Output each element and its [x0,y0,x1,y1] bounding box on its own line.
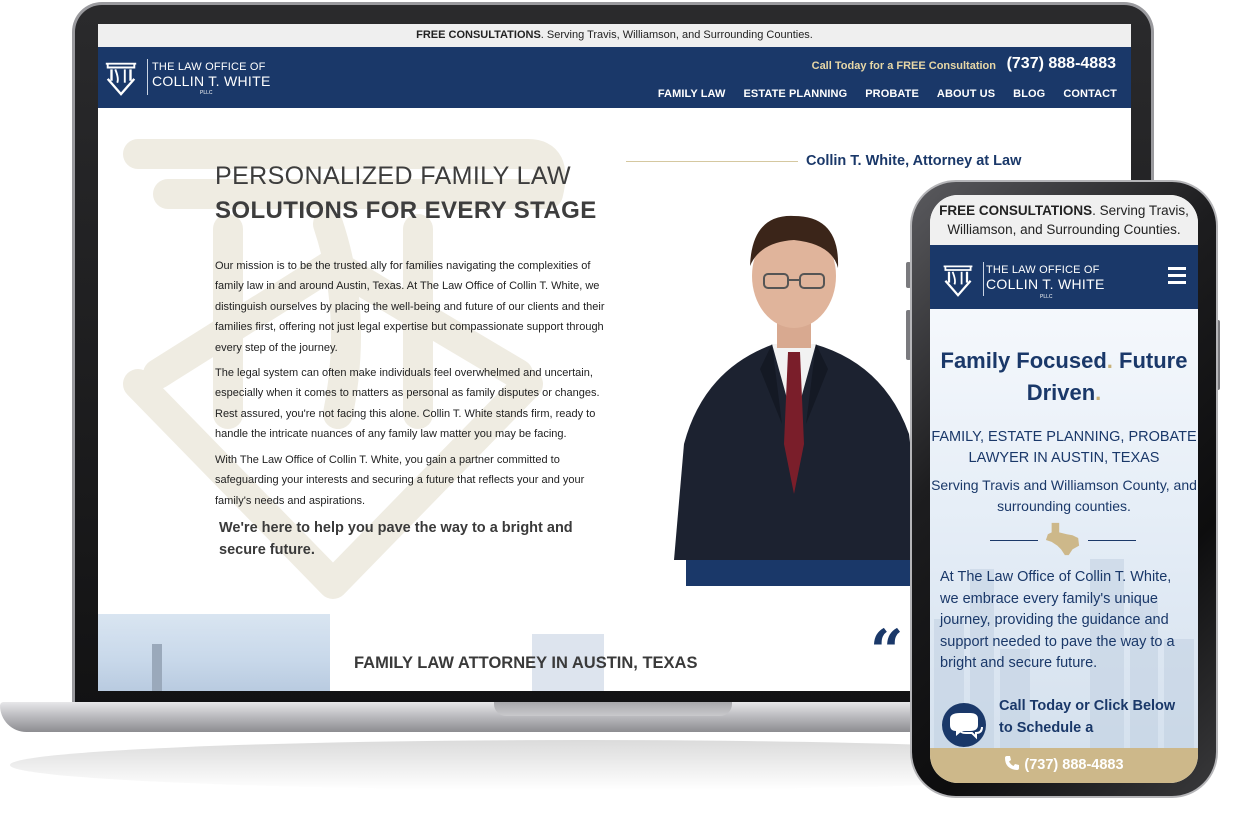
desktop-topbar: FREE CONSULTATIONS. Serving Travis, Will… [98,24,1131,47]
mobile-headline: Family Focused. Future Driven. [930,345,1198,409]
mobile-topbar-bold: FREE CONSULTATIONS [939,203,1093,218]
menu-item-blog[interactable]: BLOG [1013,88,1045,100]
mobile-site-logo[interactable]: THE LAW OFFICE OF COLLIN T. WHITE PLLC [940,260,1110,300]
logo-line1: THE LAW OFFICE OF [152,61,266,73]
mobile-subhead: FAMILY, ESTATE PLANNING, PROBATE LAWYER … [931,429,1197,466]
logo-divider [983,262,984,296]
mobile-navbar: THE LAW OFFICE OF COLLIN T. WHITE PLLC [930,245,1198,309]
mobile-logo-line1: THE LAW OFFICE OF [986,264,1100,276]
call-today-text: Call Today for a FREE Consultation [811,60,996,72]
attorney-caption: Collin T. White, Attorney at Law [806,153,1022,169]
topbar-bold: FREE CONSULTATIONS [416,29,541,41]
quote-icon: “ [870,617,904,685]
hamburger-bar [1168,274,1186,277]
skyline-tower [152,644,162,691]
header-phone-link[interactable]: (737) 888-4883 [1007,55,1116,73]
hero-paragraph-2: The legal system can often make individu… [215,367,600,441]
logo-line2: COLLIN T. WHITE [152,73,271,89]
hamburger-bar [1168,267,1186,270]
menu-item-probate[interactable]: PROBATE [865,88,919,100]
site-logo[interactable]: THE LAW OFFICE OF COLLIN T. WHITE PLLC [102,57,270,99]
chat-bubbles-icon[interactable] [940,703,992,749]
logo-divider [147,59,148,95]
hero-paragraph-1: Our mission is to be the trusted ally fo… [215,260,605,354]
mobile-topbar: FREE CONSULTATIONS. Serving Travis, Will… [930,195,1198,245]
laptop-notch [494,702,732,716]
main-menu: FAMILY LAW ESTATE PLANNING PROBATE ABOUT… [658,88,1117,100]
hero-title-line2: SOLUTIONS FOR EVERY STAGE [215,197,597,224]
attorney-caption-rule [626,161,798,162]
topbar-text: . Serving Travis, Williamson, and Surrou… [540,29,813,41]
divider-right [1088,540,1136,541]
hero-paragraph-3: With The Law Office of Collin T. White, … [215,454,585,507]
headline-dot: . [1106,348,1113,373]
mobile-call-button[interactable]: (737) 888-4883 [930,748,1198,783]
mobile-screen: FREE CONSULTATIONS. Serving Travis, Will… [930,195,1198,783]
texas-icon [1045,522,1080,556]
mobile-logo-line2: COLLIN T. WHITE [986,276,1105,292]
logo-line3: PLLC [200,90,213,96]
austin-skyline-image [98,614,330,691]
menu-item-family-law[interactable]: FAMILY LAW [658,88,726,100]
headline-part1: Family Focused [940,348,1107,373]
portrait-accent-block [686,560,926,586]
attorney-portrait [674,215,924,560]
ctw-monogram-icon [943,265,973,297]
hero-title-line1: PERSONALIZED FAMILY LAW [215,162,572,190]
mobile-serving-text: Serving Travis and Williamson County, an… [931,477,1197,514]
hamburger-bar [1168,281,1186,284]
menu-item-estate-planning[interactable]: ESTATE PLANNING [743,88,847,100]
menu-item-contact[interactable]: CONTACT [1063,88,1117,100]
section-title-family-law-austin: FAMILY LAW ATTORNEY IN AUSTIN, TEXAS [354,654,698,672]
mobile-logo-line3: PLLC [1040,294,1053,300]
phone-icon [1005,756,1020,770]
ctw-monogram-icon [105,62,137,96]
mobile-body-text: At The Law Office of Collin T. White, we… [940,569,1175,671]
menu-item-about-us[interactable]: ABOUT US [937,88,995,100]
mobile-call-number: (737) 888-4883 [1024,757,1124,773]
desktop-navbar: THE LAW OFFICE OF COLLIN T. WHITE PLLC C… [98,47,1131,108]
mobile-cta-text: Call Today or Click Below to Schedule a [999,698,1176,736]
headline-dot: . [1095,380,1102,405]
hamburger-icon[interactable] [1168,267,1186,285]
divider-left [990,540,1038,541]
hero-closing-line: We're here to help you pave the way to a… [219,520,573,558]
